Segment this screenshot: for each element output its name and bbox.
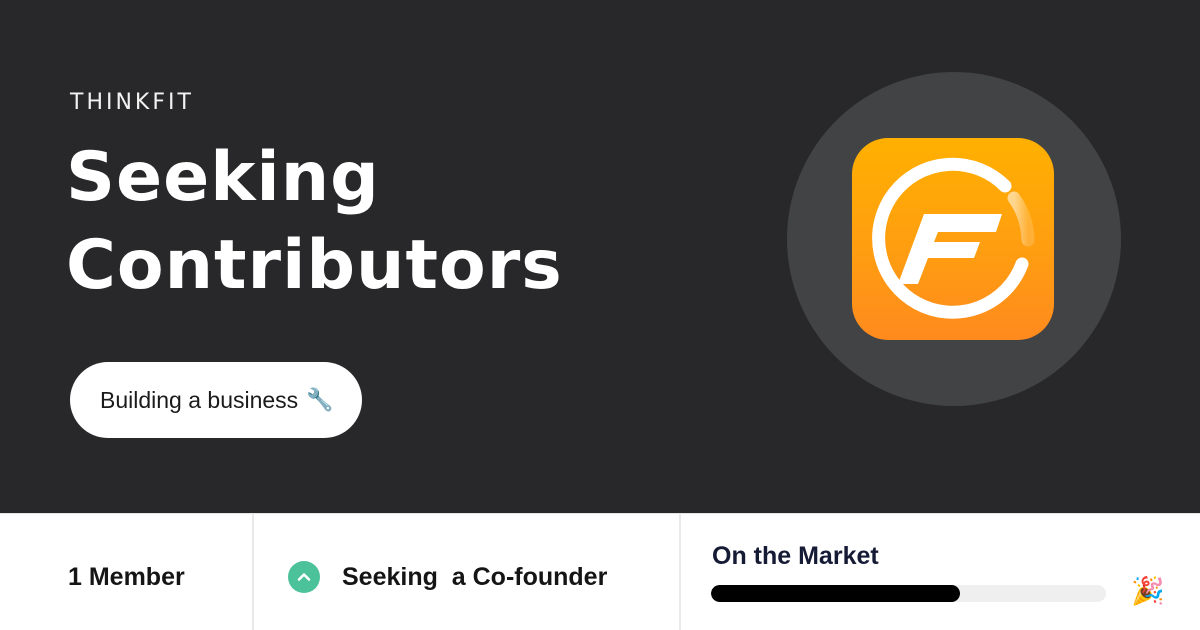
seeking-role: Seeking a Co-founder — [342, 563, 608, 591]
market-status-label: On the Market — [712, 542, 879, 570]
app-logo — [852, 138, 1054, 340]
stats-divider — [252, 513, 254, 630]
thinkfit-logo-icon — [872, 157, 1035, 319]
brand-name: THINKFIT — [70, 90, 194, 115]
market-progress-fill — [711, 585, 960, 602]
stats-divider — [679, 513, 681, 630]
headline-line-1: Seeking — [66, 138, 380, 217]
hero-banner: THINKFIT Seeking Contributors Building a… — [0, 0, 1200, 513]
headline-line-2: Contributors — [66, 226, 563, 305]
wrench-icon: 🔧 — [306, 387, 334, 412]
member-count: 1 Member — [68, 563, 185, 591]
market-progress-bar — [711, 585, 1106, 602]
stage-badge: Building a business 🔧 — [70, 362, 362, 438]
page-title: Seeking Contributors — [66, 134, 706, 310]
chevron-up-icon — [288, 561, 320, 593]
party-popper-icon: 🎉 — [1131, 576, 1165, 607]
stage-badge-label: Building a business — [100, 386, 299, 413]
